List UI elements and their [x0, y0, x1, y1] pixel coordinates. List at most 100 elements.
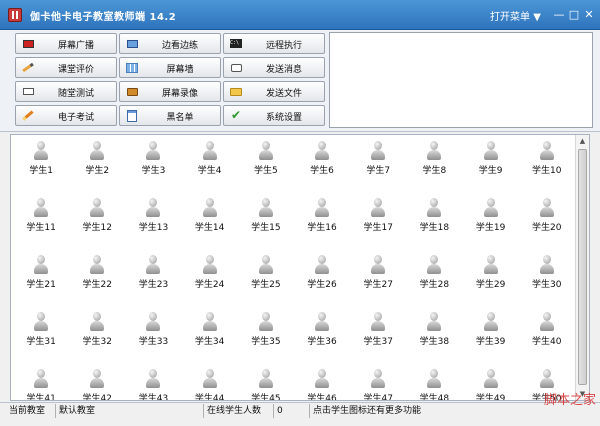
student-item[interactable]: 学生10 [519, 141, 575, 198]
class-evaluation-button[interactable]: 课堂评价 [15, 57, 117, 78]
student-computer-icon[interactable] [483, 312, 499, 332]
student-item[interactable]: 学生2 [69, 141, 125, 198]
student-item[interactable]: 学生22 [69, 255, 125, 312]
electronic-exam-button[interactable]: 电子考试 [15, 105, 117, 126]
student-computer-icon[interactable] [202, 141, 218, 161]
student-computer-icon[interactable] [370, 198, 386, 218]
student-computer-icon[interactable] [145, 198, 161, 218]
student-item[interactable]: 学生18 [406, 198, 462, 255]
student-computer-icon[interactable] [483, 369, 499, 389]
student-computer-icon[interactable] [202, 369, 218, 389]
student-item[interactable]: 学生15 [238, 198, 294, 255]
student-item[interactable]: 学生30 [519, 255, 575, 312]
student-computer-icon[interactable] [145, 369, 161, 389]
student-item[interactable]: 学生17 [350, 198, 406, 255]
student-computer-icon[interactable] [539, 255, 555, 275]
student-computer-icon[interactable] [258, 312, 274, 332]
student-computer-icon[interactable] [539, 141, 555, 161]
student-item[interactable]: 学生14 [182, 198, 238, 255]
student-item[interactable]: 学生48 [406, 369, 462, 400]
class-test-button[interactable]: 随堂测试 [15, 81, 117, 102]
student-computer-icon[interactable] [483, 255, 499, 275]
student-computer-icon[interactable] [314, 369, 330, 389]
watch-and-practice-button[interactable]: 边看边练 [119, 33, 221, 54]
student-item[interactable]: 学生46 [294, 369, 350, 400]
student-computer-icon[interactable] [89, 198, 105, 218]
student-computer-icon[interactable] [314, 312, 330, 332]
student-item[interactable]: 学生6 [294, 141, 350, 198]
send-file-button[interactable]: 发送文件 [223, 81, 325, 102]
send-message-button[interactable]: 发送消息 [223, 57, 325, 78]
student-computer-icon[interactable] [202, 255, 218, 275]
student-computer-icon[interactable] [539, 369, 555, 389]
student-item[interactable]: 学生37 [350, 312, 406, 369]
student-item[interactable]: 学生42 [69, 369, 125, 400]
student-item[interactable]: 学生3 [125, 141, 181, 198]
student-item[interactable]: 学生35 [238, 312, 294, 369]
student-item[interactable]: 学生28 [406, 255, 462, 312]
student-computer-icon[interactable] [33, 198, 49, 218]
title-bar[interactable]: 伽卡他卡电子教室教师端 14.2 打开菜单 ▼ — □ ✕ [0, 0, 600, 30]
screen-wall-button[interactable]: 屏幕墙 [119, 57, 221, 78]
screen-record-button[interactable]: 屏幕录像 [119, 81, 221, 102]
open-menu-button[interactable]: 打开菜单 ▼ [490, 8, 541, 23]
student-computer-icon[interactable] [33, 312, 49, 332]
student-computer-icon[interactable] [145, 312, 161, 332]
maximize-button[interactable]: □ [567, 8, 581, 22]
student-item[interactable]: 学生5 [238, 141, 294, 198]
student-item[interactable]: 学生38 [406, 312, 462, 369]
student-computer-icon[interactable] [370, 141, 386, 161]
student-computer-icon[interactable] [258, 141, 274, 161]
student-computer-icon[interactable] [145, 141, 161, 161]
student-computer-icon[interactable] [314, 198, 330, 218]
student-item[interactable]: 学生40 [519, 312, 575, 369]
student-item[interactable]: 学生44 [182, 369, 238, 400]
close-button[interactable]: ✕ [582, 8, 596, 22]
student-computer-icon[interactable] [89, 255, 105, 275]
student-item[interactable]: 学生39 [463, 312, 519, 369]
student-computer-icon[interactable] [33, 369, 49, 389]
student-computer-icon[interactable] [33, 255, 49, 275]
student-computer-icon[interactable] [426, 141, 442, 161]
student-computer-icon[interactable] [145, 255, 161, 275]
student-computer-icon[interactable] [89, 141, 105, 161]
student-computer-icon[interactable] [426, 255, 442, 275]
student-item[interactable]: 学生29 [463, 255, 519, 312]
student-computer-icon[interactable] [258, 198, 274, 218]
student-computer-icon[interactable] [539, 312, 555, 332]
student-computer-icon[interactable] [426, 369, 442, 389]
student-computer-icon[interactable] [33, 141, 49, 161]
student-item[interactable]: 学生13 [125, 198, 181, 255]
student-item[interactable]: 学生26 [294, 255, 350, 312]
remote-execute-button[interactable]: C:\ 远程执行 [223, 33, 325, 54]
student-computer-icon[interactable] [258, 369, 274, 389]
minimize-button[interactable]: — [552, 8, 566, 22]
student-item[interactable]: 学生41 [13, 369, 69, 400]
student-computer-icon[interactable] [370, 255, 386, 275]
student-computer-icon[interactable] [89, 312, 105, 332]
student-computer-icon[interactable] [426, 198, 442, 218]
message-panel[interactable] [329, 32, 593, 128]
student-computer-icon[interactable] [202, 312, 218, 332]
student-item[interactable]: 学生19 [463, 198, 519, 255]
student-item[interactable]: 学生33 [125, 312, 181, 369]
student-item[interactable]: 学生20 [519, 198, 575, 255]
student-item[interactable]: 学生36 [294, 312, 350, 369]
student-computer-icon[interactable] [370, 312, 386, 332]
student-item[interactable]: 学生11 [13, 198, 69, 255]
vertical-scrollbar[interactable]: ▲ ▼ [575, 135, 589, 400]
student-item[interactable]: 学生31 [13, 312, 69, 369]
student-item[interactable]: 学生9 [463, 141, 519, 198]
student-computer-icon[interactable] [89, 369, 105, 389]
student-computer-icon[interactable] [314, 141, 330, 161]
student-item[interactable]: 学生45 [238, 369, 294, 400]
student-item[interactable]: 学生4 [182, 141, 238, 198]
student-item[interactable]: 学生1 [13, 141, 69, 198]
student-computer-icon[interactable] [483, 141, 499, 161]
student-item[interactable]: 学生49 [463, 369, 519, 400]
student-computer-icon[interactable] [314, 255, 330, 275]
student-computer-icon[interactable] [483, 198, 499, 218]
student-computer-icon[interactable] [539, 198, 555, 218]
screen-broadcast-button[interactable]: 屏幕广播 [15, 33, 117, 54]
student-item[interactable]: 学生12 [69, 198, 125, 255]
